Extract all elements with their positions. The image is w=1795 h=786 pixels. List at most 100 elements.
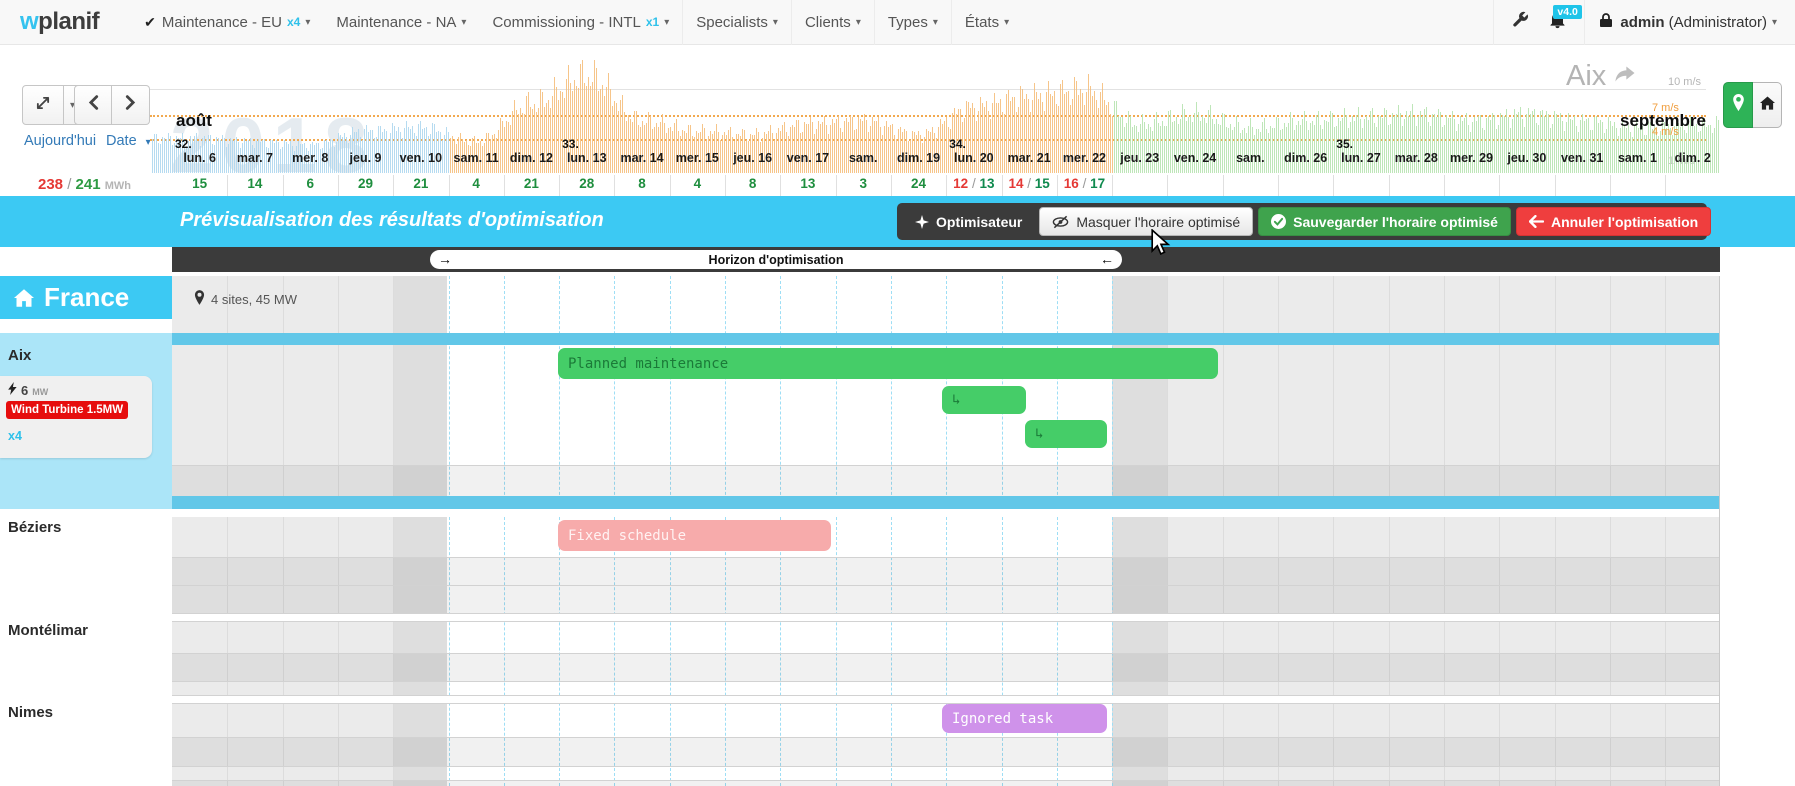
month-label-august: août	[176, 111, 212, 131]
day-label: sam.	[1223, 151, 1278, 165]
row-border	[172, 557, 1720, 558]
optimization-horizon-bar[interactable]: → Horizon d'optimisation ←	[430, 250, 1122, 269]
lightning-icon	[8, 382, 17, 400]
lock-icon	[1599, 12, 1613, 32]
chevron-down-icon: ▾	[664, 17, 669, 28]
menu-item-clients[interactable]: Clients▾	[791, 0, 874, 45]
day-value: 21	[393, 176, 448, 191]
day-value: 6	[283, 176, 338, 191]
day-label: mer. 29	[1444, 151, 1499, 165]
menu-item-label: Maintenance - EU	[162, 14, 282, 31]
menu-item--tats[interactable]: États▾	[951, 0, 1022, 45]
sidebar-country-header[interactable]: France	[0, 276, 172, 319]
notifications-button[interactable]: v4.0	[1539, 0, 1576, 45]
day-label: dim. 12	[504, 151, 559, 165]
column-gridline	[449, 276, 450, 786]
chevron-down-icon: ▾	[1772, 17, 1777, 28]
menu-item-commissioning-intl[interactable]: Commissioning - INTL x1 ▾	[479, 0, 682, 45]
ignored-task[interactable]: Ignored task	[942, 704, 1107, 733]
linked-subtask-1[interactable]: ↳	[942, 386, 1026, 414]
home-icon	[14, 289, 34, 307]
linked-subtask-2[interactable]: ↳	[1025, 420, 1107, 448]
app-logo[interactable]: wplanif	[20, 8, 99, 36]
day-label: jeu. 16	[725, 151, 780, 165]
fixed-schedule[interactable]: Fixed schedule	[558, 520, 831, 551]
horizon-strip: → Horizon d'optimisation ←	[172, 247, 1720, 272]
date-dropdown[interactable]: Date ▾	[106, 133, 151, 149]
sidebar-site-aix[interactable]: Aix	[8, 347, 31, 364]
column-gridline	[504, 276, 505, 786]
chevron-left-icon	[88, 95, 99, 115]
today-link[interactable]: Aujourd'hui	[24, 133, 96, 149]
arrow-right-icon[interactable]: →	[438, 250, 452, 269]
settings-wrench-button[interactable]	[1502, 0, 1539, 45]
menu-item-label: Clients	[805, 14, 851, 31]
map-view-button[interactable]	[1723, 82, 1753, 128]
button-label: Optimisateur	[936, 214, 1022, 230]
chevron-down-icon: ▾	[773, 17, 778, 28]
axis-tick	[1499, 175, 1500, 196]
zoom-range-button-group: ▾	[22, 85, 82, 125]
site-group-strip[interactable]	[172, 333, 1720, 345]
menu-item-label: États	[965, 14, 999, 31]
row-border	[172, 766, 1720, 767]
optimization-banner: Prévisualisation des résultats d'optimis…	[0, 196, 1795, 247]
optimisateur-button[interactable]: Optimisateur	[903, 207, 1034, 236]
turbine-count[interactable]: x4	[8, 429, 22, 443]
menu-item-maintenance-eu[interactable]: ✔Maintenance - EUx4▾	[131, 0, 323, 45]
scroll-left-button[interactable]	[74, 85, 112, 125]
user-menu[interactable]: admin (Administrator) ▾	[1593, 12, 1795, 32]
day-value: 8	[614, 176, 669, 191]
menu-item-maintenance-na[interactable]: Maintenance - NA▾	[323, 0, 479, 45]
energy-actual: 238	[38, 176, 63, 193]
station-header: Aix	[1566, 60, 1636, 93]
expand-range-button[interactable]	[22, 85, 64, 125]
month-label-september: septembre	[1450, 111, 1706, 131]
banner-button-container: Optimisateur Masquer l'horaire optimiséSa…	[897, 203, 1707, 240]
sauvegarder-l-horaire-optimis--button[interactable]: Sauvegarder l'horaire optimisé	[1258, 207, 1511, 236]
axis-tick	[1555, 175, 1556, 196]
capacity-row: 6 MW	[8, 382, 48, 400]
user-role: (Administrator)	[1669, 14, 1767, 31]
navbar-right: v4.0 admin (Administrator) ▾	[1485, 0, 1795, 45]
axis-tick	[1223, 175, 1224, 196]
annuler-l-optimisation-button[interactable]: Annuler l'optimisation	[1516, 207, 1711, 236]
day-value: 13	[780, 176, 835, 191]
masquer-l-horaire-optimis--button[interactable]: Masquer l'horaire optimisé	[1039, 207, 1253, 236]
wind-bar	[1718, 120, 1719, 173]
menu-item-types[interactable]: Types▾	[874, 0, 951, 45]
eye-slash-icon	[1052, 215, 1069, 229]
energy-forecast: 241	[76, 176, 101, 193]
section-gap	[172, 613, 1720, 621]
menu-item-count-badge: x1	[646, 15, 659, 29]
logo-rest: planif	[38, 8, 99, 35]
day-label: ven. 24	[1167, 151, 1222, 165]
home-view-button[interactable]	[1753, 82, 1782, 128]
day-label: dim. 19	[891, 151, 946, 165]
sidebar-site-montelimar[interactable]: Montélimar	[8, 622, 88, 639]
sidebar-site-nimes[interactable]: Nimes	[8, 704, 53, 721]
axis-tick	[1167, 175, 1168, 196]
chevron-down-icon: ▾	[461, 17, 466, 28]
arrow-left-icon[interactable]: ←	[1100, 250, 1114, 269]
menu-item-label: Commissioning - INTL	[492, 14, 640, 31]
day-value: 12 / 13	[946, 176, 1001, 191]
planned-maintenance[interactable]: Planned maintenance	[558, 348, 1218, 379]
turbine-type-badge[interactable]: Wind Turbine 1.5MW	[6, 401, 128, 419]
refresh-icon[interactable]	[1614, 60, 1636, 93]
menu-item-specialists[interactable]: Specialists▾	[682, 0, 791, 45]
sidebar-site-beziers[interactable]: Béziers	[8, 519, 61, 536]
day-label: sam. 11	[449, 151, 504, 165]
chevron-right-icon	[125, 95, 136, 115]
site-group-strip[interactable]	[172, 496, 1720, 509]
axis-tick	[1444, 175, 1445, 196]
column-gridline	[1333, 276, 1334, 786]
chevron-down-icon: ▾	[305, 17, 310, 28]
energy-unit: MWh	[105, 180, 131, 192]
column-gridline	[227, 276, 228, 786]
row-border	[172, 681, 1720, 682]
scroll-right-button[interactable]	[112, 85, 150, 125]
day-label: jeu. 9	[338, 151, 393, 165]
gridline-10ms	[150, 89, 1706, 90]
check-icon: ✔	[144, 14, 156, 31]
